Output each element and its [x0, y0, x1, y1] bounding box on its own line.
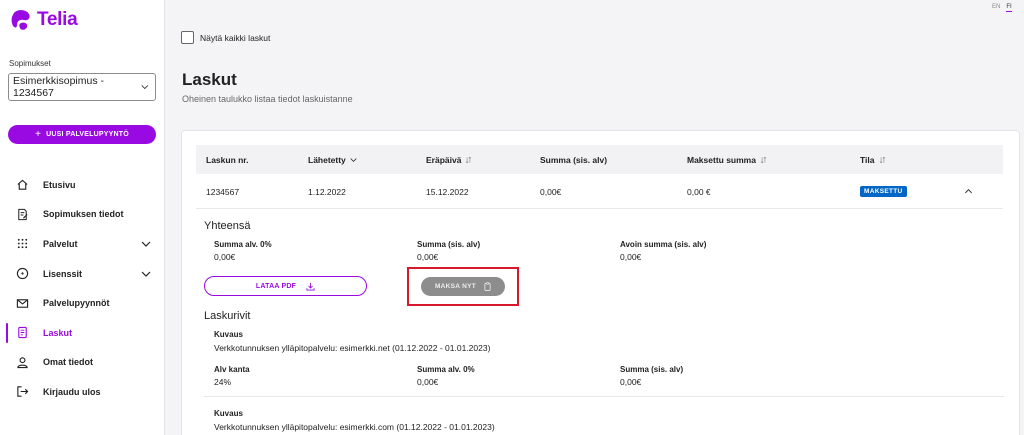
sidebar-item-palvelupyynnot[interactable]: Palvelupyynnöt [0, 288, 165, 318]
sidebar-item-laskut[interactable]: Laskut [0, 318, 165, 348]
cell-due: 15.12.2022 [426, 186, 469, 197]
show-all-label: Näytä kaikki laskut [200, 32, 271, 43]
plus-icon: + [35, 128, 42, 140]
sidebar-item-label: Kirjaudu ulos [43, 386, 101, 397]
column-label: Tila [860, 154, 875, 165]
sidebar-item-label: Palvelut [43, 238, 78, 249]
download-icon [306, 282, 315, 291]
column-label: Summa (sis. alv) [540, 154, 608, 165]
telia-logo-icon [11, 10, 30, 30]
language-switch: EN FI [992, 4, 1012, 12]
sidebar-item-kirjaudu-ulos[interactable]: Kirjaudu ulos [0, 377, 165, 407]
column-sum: Summa (sis. alv) [540, 145, 607, 174]
column-label: Laskun nr. [206, 154, 249, 165]
sidebar-item-label: Etusivu [43, 179, 76, 190]
totals-sum-ex-value: 0,00€ [214, 252, 236, 262]
sidebar-item-sopimuksen-tiedot[interactable]: Sopimuksen tiedot [0, 200, 165, 230]
line-vat-rate-label: Alv kanta [214, 365, 250, 374]
telia-logo[interactable]: Telia [9, 8, 78, 32]
chevron-down-icon[interactable] [141, 269, 151, 279]
sidebar-item-label: Lisenssit [43, 268, 83, 279]
totals-sum-inc-value: 0,00€ [417, 252, 439, 262]
language-en[interactable]: EN [992, 4, 1000, 12]
sort-icon [879, 156, 885, 163]
page-subtitle: Oheinen taulukko listaa tiedot laskuista… [182, 94, 353, 104]
totals-open-value: 0,00€ [620, 252, 642, 262]
cell-status: MAKSETTU [860, 174, 907, 209]
column-label: Maksettu summa [687, 154, 756, 165]
sidebar: Telia Sopimukset Esimerkkisopimus - 1234… [0, 0, 165, 435]
sidebar-item-label: Palvelupyynnöt [43, 298, 110, 309]
contract-label: Sopimukset [9, 59, 51, 68]
line-sum-inc: 0,00€ [620, 377, 642, 387]
table-header: Laskun nr. Lähetetty Eräpäivä Summa (sis… [196, 145, 1003, 174]
sort-icon [760, 156, 767, 163]
line-sum-inc-label: Summa (sis. alv) [620, 365, 684, 374]
clipboard-icon [484, 282, 491, 291]
sidebar-item-label: Omat tiedot [43, 357, 94, 368]
column-label: Lähetetty [308, 154, 346, 165]
sort-icon [466, 156, 472, 163]
status-badge: MAKSETTU [860, 186, 907, 197]
circle-dot-icon [16, 267, 29, 280]
divider [204, 396, 1004, 397]
totals-sum-ex-label: Summa alv. 0% [214, 240, 272, 249]
show-all-invoices[interactable]: Näytä kaikki laskut [181, 31, 270, 44]
download-pdf-button[interactable]: LATAA PDF [204, 276, 367, 296]
chevron-down-icon [141, 85, 149, 90]
cell-paid: 0,00 € [687, 186, 711, 197]
totals-title: Yhteensä [204, 220, 251, 232]
totals-open-label: Avoin summa (sis. alv) [620, 240, 707, 249]
table-row[interactable]: 1234567 1.12.2022 15.12.2022 0,00€ 0,00 … [196, 174, 1003, 209]
invoice-icon [18, 327, 27, 339]
sidebar-item-etusivu[interactable]: Etusivu [0, 170, 165, 200]
new-request-label: UUSI PALVELUPYYNTÖ [46, 131, 129, 138]
column-status[interactable]: Tila [860, 145, 886, 174]
show-all-checkbox[interactable] [181, 31, 194, 44]
column-due[interactable]: Eräpäivä [426, 145, 472, 174]
column-label: Eräpäivä [426, 154, 462, 165]
document-edit-icon [18, 208, 28, 221]
user-icon [17, 357, 28, 369]
cell-invoice-no: 1234567 [206, 186, 240, 197]
line-sum-ex: 0,00€ [417, 377, 439, 387]
page-title: Laskut [182, 70, 237, 89]
home-icon [17, 179, 28, 190]
invoice-card: Laskun nr. Lähetetty Eräpäivä Summa (sis… [181, 130, 1020, 435]
pay-now-button[interactable]: MAKSA NYT [421, 277, 505, 296]
sidebar-item-lisenssit[interactable]: Lisenssit [0, 259, 165, 289]
sidebar-nav: Etusivu Sopimuksen tiedot Palvelut Lisen… [0, 170, 165, 407]
cell-sum: 0,00€ [540, 186, 562, 197]
line-desc: Verkkotunnuksen ylläpitopalvelu: esimerk… [214, 422, 495, 432]
line-desc-label: Kuvaus [214, 409, 243, 418]
column-paid[interactable]: Maksettu summa [687, 145, 767, 174]
pay-now-label: MAKSA NYT [434, 283, 477, 290]
line-vat-rate: 24% [214, 377, 232, 387]
grid-dots-icon [17, 239, 28, 249]
contract-select[interactable]: Esimerkkisopimus - 1234567 [8, 73, 156, 101]
download-pdf-label: LATAA PDF [255, 282, 297, 290]
line-sum-ex-label: Summa alv. 0% [417, 365, 475, 374]
new-request-button[interactable]: + UUSI PALVELUPYYNTÖ [8, 125, 156, 144]
logout-icon [17, 386, 29, 398]
chevron-down-icon [350, 157, 357, 162]
sidebar-item-label: Sopimuksen tiedot [43, 209, 124, 220]
contract-select-value: Esimerkkisopimus - 1234567 [13, 75, 105, 99]
line-desc-label: Kuvaus [214, 330, 243, 339]
sidebar-item-omat-tiedot[interactable]: Omat tiedot [0, 348, 165, 378]
cell-sent: 1.12.2022 [308, 186, 346, 197]
sidebar-item-palvelut[interactable]: Palvelut [0, 229, 165, 259]
language-fi[interactable]: FI [1006, 4, 1012, 12]
brand-name: Telia [37, 9, 78, 30]
chevron-down-icon[interactable] [141, 239, 151, 249]
totals-sum-inc-label: Summa (sis. alv) [417, 240, 481, 249]
column-invoice-no: Laskun nr. [206, 145, 249, 174]
sidebar-item-label: Laskut [43, 327, 73, 338]
line-desc: Verkkotunnuksen ylläpitopalvelu: esimerk… [214, 343, 491, 353]
invoice-lines-title: Laskurivit [204, 310, 251, 322]
column-sent[interactable]: Lähetetty [308, 145, 357, 174]
chevron-up-icon[interactable] [964, 187, 973, 196]
mail-icon [16, 298, 29, 308]
